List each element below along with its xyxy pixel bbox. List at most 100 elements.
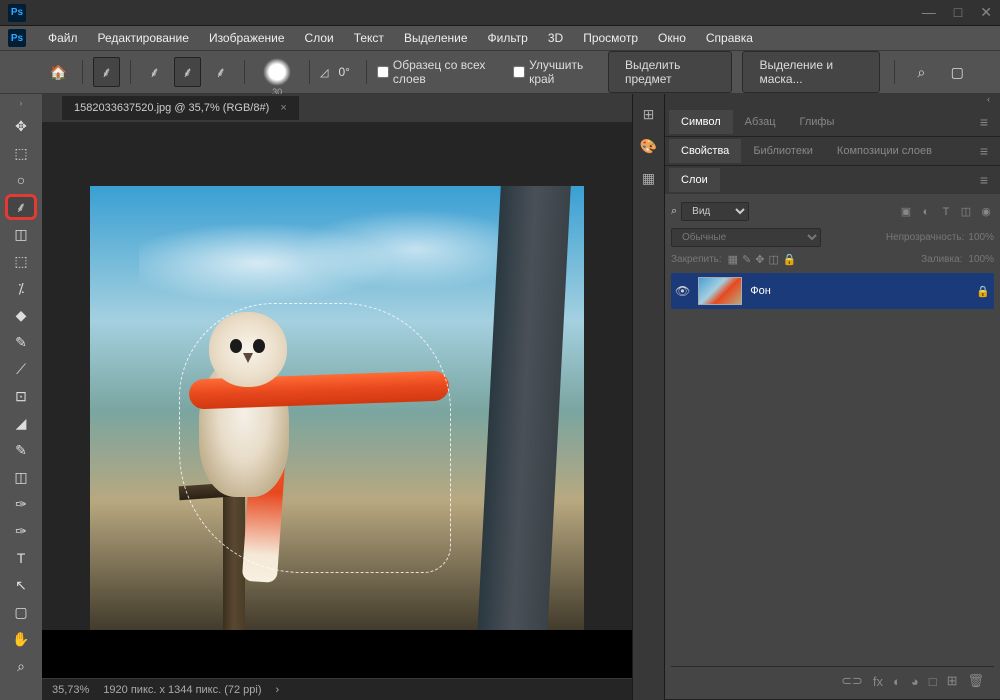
layer-thumbnail[interactable] [698,277,742,305]
lock-all-icon[interactable]: 🔒 [783,253,797,266]
collapsed-panel-color[interactable]: 🎨 [637,134,661,158]
layer-filter-type[interactable]: Вид [681,202,749,221]
lasso-tool[interactable]: ○ [5,167,37,193]
opacity-value[interactable]: 100% [968,232,994,243]
move-tool[interactable]: ✥ [5,113,37,139]
dodge-tool[interactable]: ✑ [5,491,37,517]
filter-smart-icon[interactable]: ◉ [978,204,994,220]
lock-artboard-icon[interactable]: ◫ [769,253,779,266]
shape-tool[interactable]: ▢ [5,599,37,625]
brush-tool[interactable]: ✎ [5,329,37,355]
menu-edit[interactable]: Редактирование [88,27,199,49]
tab-properties[interactable]: Свойства [669,139,741,163]
layer-lock-icon[interactable]: 🔒 [976,285,990,298]
lock-label: Закрепить: [671,254,722,265]
canvas-viewport[interactable] [42,122,632,700]
lock-pixels-icon[interactable]: ▦ [728,253,738,266]
menu-3d[interactable]: 3D [538,27,573,49]
menu-layers[interactable]: Слои [295,27,344,49]
quick-select-tool-icon[interactable]: ⸙ [93,57,120,87]
tab-character[interactable]: Символ [669,110,733,134]
lock-move-icon[interactable]: ✥ [755,253,764,266]
pen-tool[interactable]: ✑ [5,518,37,544]
path-select-tool[interactable]: ↖ [5,572,37,598]
history-brush-tool[interactable]: ⊡ [5,383,37,409]
tab-layer-comps[interactable]: Композиции слоев [825,139,944,163]
fill-value[interactable]: 100% [968,254,994,265]
eraser-tool[interactable]: ◢ [5,410,37,436]
menu-filter[interactable]: Фильтр [478,27,538,49]
menu-text[interactable]: Текст [344,27,394,49]
add-selection-icon[interactable]: ⸙ [174,57,201,87]
hand-tool[interactable]: ✋ [5,626,37,652]
clone-stamp-tool[interactable]: ⟋ [5,356,37,382]
lock-position-icon[interactable]: ✎ [742,253,751,266]
menu-view[interactable]: Просмотр [573,27,648,49]
crop-tool[interactable]: ◫ [5,221,37,247]
tools-expand-icon[interactable]: › [0,98,42,112]
eyedropper-tool[interactable]: ⁒ [5,275,37,301]
menu-window[interactable]: Окно [648,27,696,49]
home-button[interactable]: 🏠 [45,57,72,87]
app-icon: Ps [8,4,26,22]
blur-tool[interactable]: ◫ [5,464,37,490]
select-subject-button[interactable]: Выделить предмет [608,51,733,93]
healing-tool[interactable]: ◆ [5,302,37,328]
marquee-tool[interactable]: ⬚ [5,140,37,166]
panel-menu-icon[interactable]: ≡ [972,114,996,130]
sample-all-layers-checkbox[interactable]: Образец со всех слоев [377,58,507,86]
delete-layer-icon[interactable]: 🗑 [967,673,984,689]
new-selection-icon[interactable]: ⸙ [141,57,168,87]
panel-menu-icon[interactable]: ≡ [972,143,996,159]
layer-visibility-icon[interactable]: 👁 [675,284,690,298]
close-window-button[interactable]: ✕ [980,4,992,21]
document-tab-title: 1582033637520.jpg @ 35,7% (RGB/8#) [74,102,269,114]
collapsed-panel-swatches[interactable]: ▦ [637,166,661,190]
minimize-button[interactable]: — [922,4,936,21]
zoom-tool[interactable]: ⌕ [5,653,37,679]
link-layers-icon[interactable]: ⊂⊃ [841,673,863,689]
panel-menu-icon[interactable]: ≡ [972,172,996,188]
gradient-tool[interactable]: ✎ [5,437,37,463]
filter-adjustment-icon[interactable]: ◐ [918,204,934,220]
blend-mode-select[interactable]: Обычные [671,228,821,247]
select-and-mask-button[interactable]: Выделение и маска... [742,51,879,93]
subtract-selection-icon[interactable]: ⸙ [207,57,234,87]
workspace-switcher-icon[interactable]: ▢ [944,57,970,87]
close-tab-icon[interactable]: × [280,102,286,114]
layer-mask-icon[interactable]: ◐ [893,674,901,689]
filter-search-icon[interactable]: ⌕ [671,205,677,218]
zoom-level[interactable]: 35,73% [52,684,89,696]
refine-edge-checkbox[interactable]: Улучшить край [513,58,602,86]
group-icon[interactable]: □ [929,674,937,689]
menu-image[interactable]: Изображение [199,27,295,49]
adjustment-layer-icon[interactable]: ◕ [911,674,919,689]
maximize-button[interactable]: □ [954,4,962,21]
layer-name[interactable]: Фон [750,285,771,297]
status-arrow-icon[interactable]: › [276,684,280,696]
panels-collapse-icon[interactable]: ‹ [665,94,1000,108]
filter-shape-icon[interactable]: ◫ [958,204,974,220]
filter-type-icon[interactable]: T [938,204,954,220]
collapsed-panel-1[interactable]: ⊞ [637,102,661,126]
filter-pixel-icon[interactable]: ▣ [898,204,914,220]
search-icon[interactable]: ⌕ [909,57,935,87]
layers-footer: ⊂⊃ fx ◐ ◕ □ ⊞ 🗑 [671,666,994,695]
tab-paragraph[interactable]: Абзац [733,110,788,134]
menu-help[interactable]: Справка [696,27,763,49]
document-canvas[interactable] [90,186,584,636]
menu-file[interactable]: Файл [38,27,88,49]
angle-value[interactable]: 0° [339,65,350,79]
tab-libraries[interactable]: Библиотеки [741,139,825,163]
layer-fx-icon[interactable]: fx [873,674,883,689]
menu-select[interactable]: Выделение [394,27,478,49]
tab-glyphs[interactable]: Глифы [788,110,847,134]
tab-layers[interactable]: Слои [669,168,720,192]
document-tab[interactable]: 1582033637520.jpg @ 35,7% (RGB/8#) × [62,96,299,120]
layer-item-background[interactable]: 👁 Фон 🔒 [671,273,994,309]
new-layer-icon[interactable]: ⊞ [947,673,958,689]
frame-tool[interactable]: ⬚ [5,248,37,274]
type-tool[interactable]: T [5,545,37,571]
brush-preview[interactable]: 30 [263,58,291,86]
quick-selection-tool[interactable]: ⸙ [5,194,37,220]
